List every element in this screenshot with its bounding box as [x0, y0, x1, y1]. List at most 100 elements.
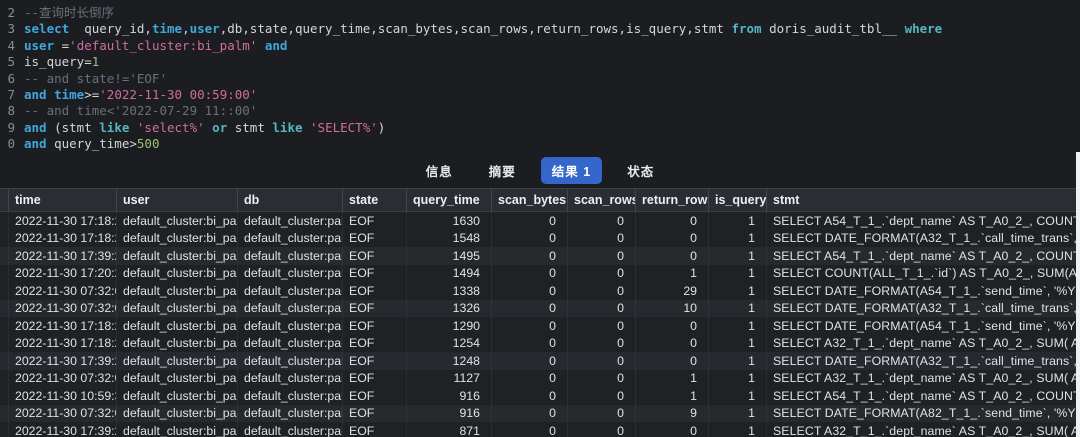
cell-is_query[interactable]: 1 — [708, 247, 766, 265]
cell-db[interactable]: default_cluster:palm — [237, 247, 342, 265]
cell-time[interactable]: 2022-11-30 17:20:27 — [8, 264, 116, 282]
column-header-scan_bytes[interactable]: scan_bytes — [491, 189, 567, 211]
cell-return_rows[interactable]: 9 — [635, 404, 708, 422]
cell-scan_bytes[interactable]: 0 — [491, 422, 567, 437]
cell-query_time[interactable]: 916 — [406, 387, 491, 405]
cell-is_query[interactable]: 1 — [708, 264, 766, 282]
cell-stmt[interactable]: SELECT A32_T_1_.`dept_name` AS T_A0_2_, … — [766, 369, 1080, 387]
cell-is_query[interactable]: 1 — [708, 334, 766, 352]
cell-scan_rows[interactable]: 0 — [567, 369, 635, 387]
cell-state[interactable]: EOF — [342, 317, 406, 335]
cell-scan_rows[interactable]: 0 — [567, 247, 635, 265]
cell-user[interactable]: default_cluster:bi_palm — [116, 369, 237, 387]
cell-query_time[interactable]: 1254 — [406, 334, 491, 352]
cell-query_time[interactable]: 1248 — [406, 352, 491, 370]
cell-scan_rows[interactable]: 0 — [567, 404, 635, 422]
vertical-scrollbar[interactable] — [1076, 152, 1080, 437]
cell-scan_bytes[interactable]: 0 — [491, 299, 567, 317]
cell-scan_bytes[interactable]: 0 — [491, 212, 567, 230]
cell-state[interactable]: EOF — [342, 299, 406, 317]
cell-time[interactable]: 2022-11-30 17:18:22 — [8, 317, 116, 335]
column-header-user[interactable]: user — [116, 189, 237, 211]
cell-db[interactable]: default_cluster:palm — [237, 369, 342, 387]
cell-return_rows[interactable]: 0 — [635, 247, 708, 265]
cell-state[interactable]: EOF — [342, 264, 406, 282]
tab-info[interactable]: 信息 — [415, 157, 464, 184]
cell-scan_rows[interactable]: 0 — [567, 317, 635, 335]
cell-db[interactable]: default_cluster:palm — [237, 229, 342, 247]
cell-is_query[interactable]: 1 — [708, 282, 766, 300]
cell-query_time[interactable]: 1290 — [406, 317, 491, 335]
cell-user[interactable]: default_cluster:bi_palm — [116, 387, 237, 405]
table-row[interactable]: 2022-11-30 17:39:29default_cluster:bi_pa… — [0, 422, 1080, 437]
column-header-db[interactable]: db — [237, 189, 342, 211]
cell-query_time[interactable]: 1326 — [406, 299, 491, 317]
cell-return_rows[interactable]: 0 — [635, 352, 708, 370]
cell-db[interactable]: default_cluster:palm — [237, 282, 342, 300]
cell-return_rows[interactable]: 0 — [635, 229, 708, 247]
table-row[interactable]: 2022-11-30 07:32:08default_cluster:bi_pa… — [0, 282, 1080, 300]
cell-return_rows[interactable]: 1 — [635, 369, 708, 387]
cell-query_time[interactable]: 1495 — [406, 247, 491, 265]
code-line[interactable]: and time>='2022-11-30 00:59:00' — [24, 87, 1080, 103]
cell-is_query[interactable]: 1 — [708, 422, 766, 437]
cell-stmt[interactable]: SELECT COUNT(ALL_T_1_.`id`) AS T_A0_2_, … — [766, 264, 1080, 282]
cell-time[interactable]: 2022-11-30 17:18:22 — [8, 212, 116, 230]
cell-stmt[interactable]: SELECT DATE_FORMAT(A54_T_1_.`send_time`,… — [766, 282, 1080, 300]
cell-db[interactable]: default_cluster:palm — [237, 264, 342, 282]
cell-query_time[interactable]: 1494 — [406, 264, 491, 282]
column-header-scan_rows[interactable]: scan_rows — [567, 189, 635, 211]
column-header-time[interactable]: time — [8, 189, 116, 211]
cell-state[interactable]: EOF — [342, 422, 406, 437]
cell-user[interactable]: default_cluster:bi_palm — [116, 352, 237, 370]
cell-return_rows[interactable]: 10 — [635, 299, 708, 317]
code-line[interactable]: user ='default_cluster:bi_palm' and — [24, 38, 1080, 54]
cell-user[interactable]: default_cluster:bi_palm — [116, 264, 237, 282]
cell-stmt[interactable]: SELECT DATE_FORMAT(A32_T_1_.`call_time_t… — [766, 299, 1080, 317]
cell-scan_rows[interactable]: 0 — [567, 334, 635, 352]
tab-summary[interactable]: 摘要 — [478, 157, 527, 184]
cell-scan_bytes[interactable]: 0 — [491, 369, 567, 387]
table-row[interactable]: 2022-11-30 17:18:22default_cluster:bi_pa… — [0, 334, 1080, 352]
cell-time[interactable]: 2022-11-30 07:32:08 — [8, 299, 116, 317]
cell-return_rows[interactable]: 0 — [635, 334, 708, 352]
cell-stmt[interactable]: SELECT A54_T_1_.`dept_name` AS T_A0_2_, … — [766, 247, 1080, 265]
cell-state[interactable]: EOF — [342, 404, 406, 422]
code-line[interactable]: -- and time<'2022-07-29 11::00' — [24, 103, 1080, 119]
table-row[interactable]: 2022-11-30 17:18:22default_cluster:bi_pa… — [0, 212, 1080, 230]
cell-stmt[interactable]: SELECT A54_T_1_.`dept_name` AS T_A0_2_, … — [766, 387, 1080, 405]
cell-stmt[interactable]: SELECT A54_T_1_.`dept_name` AS T_A0_2_, … — [766, 212, 1080, 230]
cell-scan_rows[interactable]: 0 — [567, 282, 635, 300]
cell-stmt[interactable]: SELECT A32_T_1_.`dept_name` AS T_A0_2_, … — [766, 334, 1080, 352]
cell-is_query[interactable]: 1 — [708, 212, 766, 230]
sql-code-area[interactable]: --查询时长倒序 select query_id,time,user,db,sta… — [15, 5, 1080, 153]
cell-db[interactable]: default_cluster:palm — [237, 317, 342, 335]
tab-status[interactable]: 状态 — [616, 157, 665, 184]
cell-is_query[interactable]: 1 — [708, 229, 766, 247]
cell-time[interactable]: 2022-11-30 07:32:08 — [8, 369, 116, 387]
cell-return_rows[interactable]: 29 — [635, 282, 708, 300]
cell-state[interactable]: EOF — [342, 282, 406, 300]
cell-db[interactable]: default_cluster:palm — [237, 334, 342, 352]
cell-db[interactable]: default_cluster:palm — [237, 387, 342, 405]
cell-scan_bytes[interactable]: 0 — [491, 387, 567, 405]
table-row[interactable]: 2022-11-30 17:18:22default_cluster:bi_pa… — [0, 317, 1080, 335]
cell-scan_bytes[interactable]: 0 — [491, 247, 567, 265]
cell-stmt[interactable]: SELECT DATE_FORMAT(A54_T_1_.`send_time`,… — [766, 317, 1080, 335]
sql-editor[interactable]: 234567890 --查询时长倒序 select query_id,time,u… — [0, 0, 1080, 153]
code-line[interactable]: select query_id,time,user,db,state,query… — [24, 21, 1080, 37]
code-line[interactable]: --查询时长倒序 — [24, 5, 1080, 21]
cell-state[interactable]: EOF — [342, 387, 406, 405]
cell-user[interactable]: default_cluster:bi_palm — [116, 299, 237, 317]
cell-scan_rows[interactable]: 0 — [567, 387, 635, 405]
cell-state[interactable]: EOF — [342, 247, 406, 265]
cell-is_query[interactable]: 1 — [708, 317, 766, 335]
table-row[interactable]: 2022-11-30 17:39:29default_cluster:bi_pa… — [0, 352, 1080, 370]
cell-return_rows[interactable]: 0 — [635, 212, 708, 230]
table-row[interactable]: 2022-11-30 07:32:08default_cluster:bi_pa… — [0, 369, 1080, 387]
cell-scan_rows[interactable]: 0 — [567, 352, 635, 370]
cell-user[interactable]: default_cluster:bi_palm — [116, 334, 237, 352]
cell-db[interactable]: default_cluster:palm — [237, 212, 342, 230]
cell-is_query[interactable]: 1 — [708, 352, 766, 370]
cell-is_query[interactable]: 1 — [708, 387, 766, 405]
